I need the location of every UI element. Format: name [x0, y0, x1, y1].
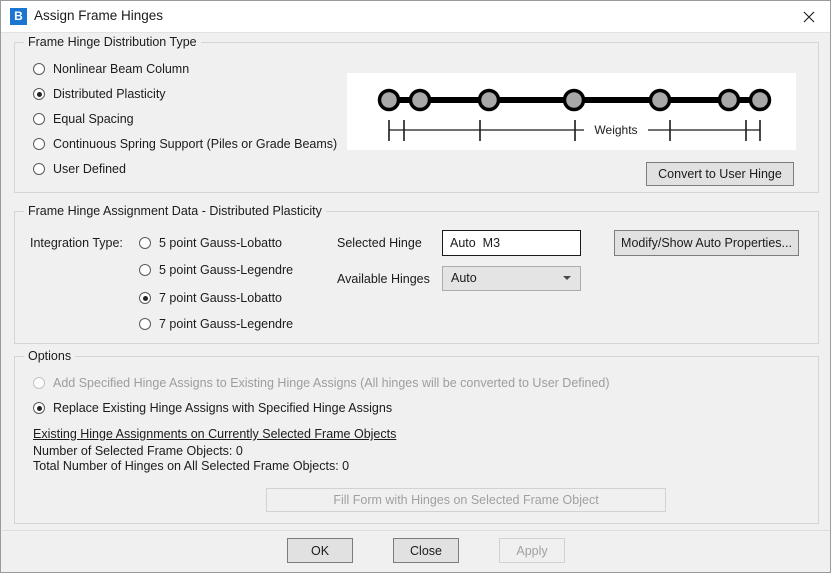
available-hinges-label: Available Hinges — [337, 272, 430, 286]
number-of-selected-frame-objects: Number of Selected Frame Objects: 0 — [33, 444, 243, 458]
footer-divider — [2, 530, 830, 531]
radio-indicator — [139, 237, 151, 249]
modify-show-auto-properties-button[interactable]: Modify/Show Auto Properties... — [614, 230, 799, 256]
diagram-caption: Weights — [594, 123, 637, 137]
radio-label: Equal Spacing — [53, 112, 134, 126]
radio-label: 7 point Gauss-Legendre — [159, 317, 294, 331]
radio-label: Distributed Plasticity — [53, 87, 166, 101]
radio-user-defined[interactable]: User Defined — [33, 162, 126, 176]
hinge-distribution-diagram: Weights — [347, 73, 796, 150]
integration-type-label: Integration Type: — [30, 236, 123, 250]
assignment-data-group-title: Frame Hinge Assignment Data - Distribute… — [24, 204, 326, 218]
radio-label: 5 point Gauss-Lobatto — [159, 236, 282, 250]
window-title: Assign Frame Hinges — [34, 8, 164, 23]
radio-continuous-spring-support[interactable]: Continuous Spring Support (Piles or Grad… — [33, 137, 337, 151]
radio-indicator — [33, 113, 45, 125]
distribution-type-group-title: Frame Hinge Distribution Type — [24, 35, 201, 49]
ok-button[interactable]: OK — [287, 538, 353, 563]
radio-indicator — [33, 402, 45, 414]
radio-indicator — [33, 88, 45, 100]
radio-label: 7 point Gauss-Lobatto — [159, 291, 282, 305]
beam-diagram-svg: Weights — [377, 88, 772, 141]
close-button[interactable] — [786, 1, 830, 31]
apply-button[interactable]: Apply — [499, 538, 565, 563]
close-icon — [803, 11, 815, 23]
available-hinges-dropdown[interactable]: Auto — [442, 266, 581, 291]
radio-label: 5 point Gauss-Legendre — [159, 263, 294, 277]
radio-indicator — [139, 318, 151, 330]
radio-distributed-plasticity[interactable]: Distributed Plasticity — [33, 87, 166, 101]
options-group-title: Options — [24, 349, 76, 363]
radio-replace-existing-hinge-assigns[interactable]: Replace Existing Hinge Assigns with Spec… — [33, 401, 392, 415]
radio-label: Replace Existing Hinge Assigns with Spec… — [53, 401, 393, 415]
radio-equal-spacing[interactable]: Equal Spacing — [33, 112, 134, 126]
radio-7-point-gauss-lobatto[interactable]: 7 point Gauss-Lobatto — [139, 291, 282, 305]
title-bar: B Assign Frame Hinges — [1, 1, 830, 33]
total-number-of-hinges: Total Number of Hinges on All Selected F… — [33, 459, 350, 473]
radio-indicator — [33, 377, 45, 389]
radio-indicator — [33, 163, 45, 175]
radio-5-point-gauss-legendre[interactable]: 5 point Gauss-Legendre — [139, 263, 293, 277]
selected-hinge-label: Selected Hinge — [337, 236, 422, 250]
radio-7-point-gauss-legendre[interactable]: 7 point Gauss-Legendre — [139, 317, 293, 331]
radio-indicator — [33, 138, 45, 150]
selected-hinge-input[interactable] — [442, 230, 581, 256]
radio-5-point-gauss-lobatto[interactable]: 5 point Gauss-Lobatto — [139, 236, 282, 250]
available-hinges-value: Auto — [451, 271, 477, 285]
assign-frame-hinges-dialog: B Assign Frame Hinges Frame Hinge Distri… — [0, 0, 831, 573]
radio-label: Continuous Spring Support (Piles or Grad… — [53, 137, 338, 151]
fill-form-button[interactable]: Fill Form with Hinges on Selected Frame … — [266, 488, 666, 512]
chevron-down-icon — [563, 276, 571, 280]
radio-indicator — [139, 264, 151, 276]
radio-label: Nonlinear Beam Column — [53, 62, 190, 76]
radio-nonlinear-beam-column[interactable]: Nonlinear Beam Column — [33, 62, 189, 76]
close-dialog-button[interactable]: Close — [393, 538, 459, 563]
radio-label: Add Specified Hinge Assigns to Existing … — [53, 376, 610, 390]
radio-add-specified-hinge-assigns[interactable]: Add Specified Hinge Assigns to Existing … — [33, 376, 610, 390]
radio-indicator — [33, 63, 45, 75]
app-icon: B — [10, 8, 27, 25]
radio-label: User Defined — [53, 162, 126, 176]
radio-indicator — [139, 292, 151, 304]
convert-to-user-hinge-button[interactable]: Convert to User Hinge — [646, 162, 794, 186]
existing-assignments-heading: Existing Hinge Assignments on Currently … — [33, 427, 397, 441]
